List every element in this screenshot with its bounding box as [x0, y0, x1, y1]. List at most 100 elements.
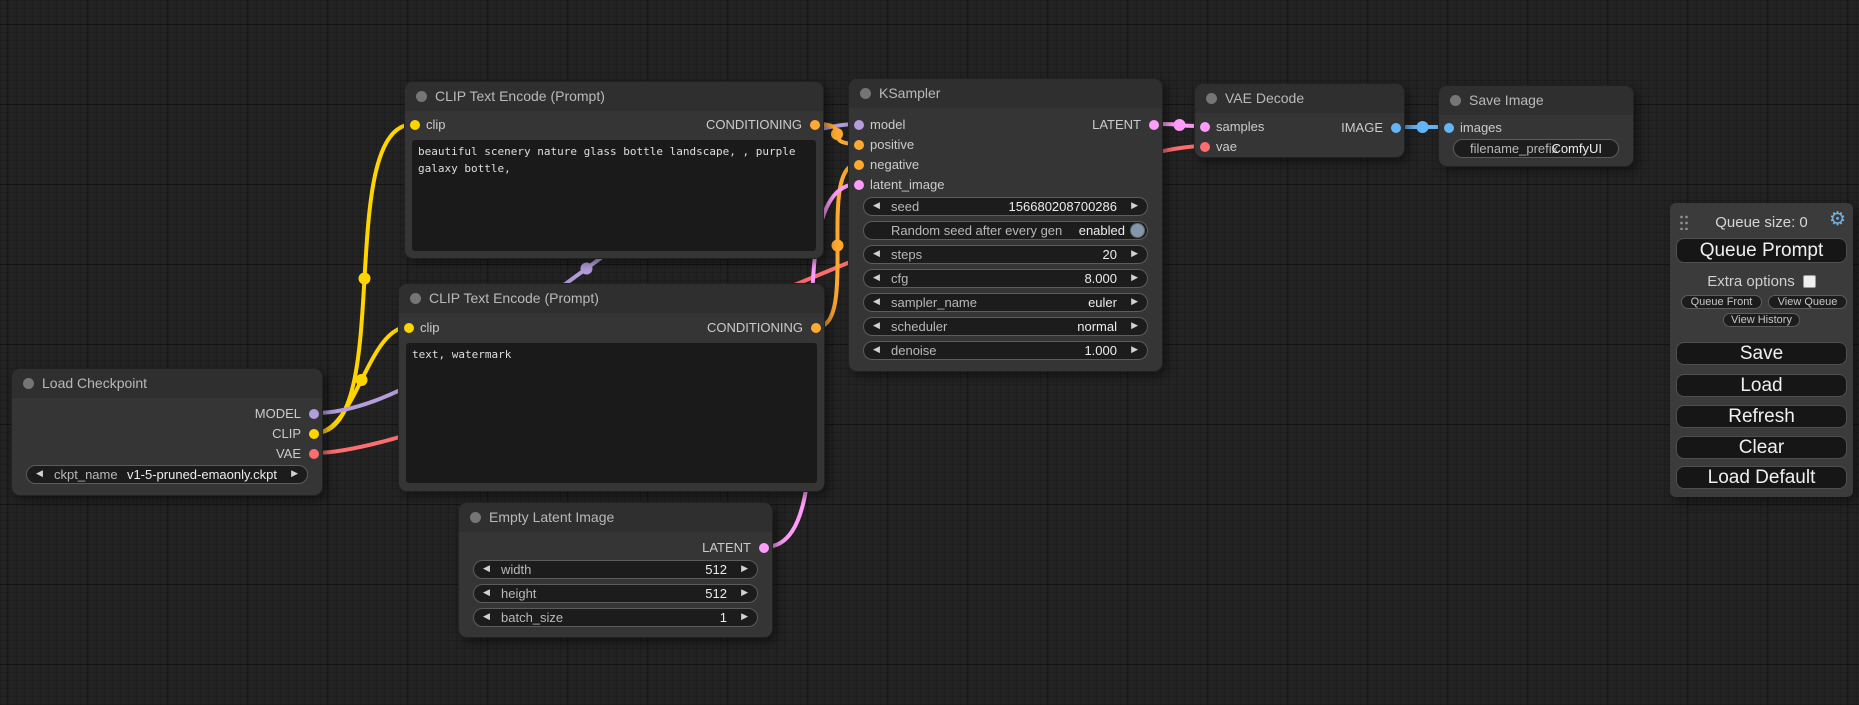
widget-sampler-name[interactable]: ◀▶sampler_nameeuler	[863, 293, 1148, 312]
output-slot-dot-CLIP[interactable]	[309, 429, 319, 439]
output-slot-label: LATENT	[702, 540, 751, 555]
queue-front-button[interactable]: Queue Front	[1681, 295, 1762, 309]
increment-arrow-icon[interactable]: ▶	[741, 561, 748, 578]
widget-width[interactable]: ◀▶width512	[473, 560, 758, 579]
widget-value: 8.000	[1084, 270, 1117, 287]
widget-batch-size[interactable]: ◀▶batch_size1	[473, 608, 758, 627]
output-slot-MODEL: MODEL	[255, 406, 322, 422]
node-load-checkpoint[interactable]: Load CheckpointMODELCLIPVAE◀▶ckpt_namev1…	[11, 368, 323, 496]
input-slot-positive: positive	[849, 137, 914, 153]
increment-arrow-icon[interactable]: ▶	[1131, 198, 1138, 215]
toggle-knob-icon[interactable]	[1130, 223, 1145, 238]
save-button[interactable]: Save	[1676, 342, 1847, 365]
output-slot-label: CONDITIONING	[706, 117, 802, 132]
queue-size-label: Queue size: 0	[1670, 214, 1853, 231]
output-slot-dot-MODEL[interactable]	[309, 409, 319, 419]
node-save-image[interactable]: Save Image images filename_prefixComfyUI	[1438, 85, 1634, 167]
widget-ckpt-name[interactable]: ◀▶ckpt_namev1-5-pruned-emaonly.ckpt	[26, 465, 308, 484]
widget-value: 1.000	[1084, 342, 1117, 359]
input-slot-dot-latent_image[interactable]	[854, 180, 864, 190]
output-slot-dot-CONDITIONING[interactable]	[810, 120, 820, 130]
output-slot-dot-CONDITIONING[interactable]	[811, 323, 821, 333]
widget-height[interactable]: ◀ ▶ height 512	[473, 584, 758, 603]
output-slot-CONDITIONING: CONDITIONING	[706, 117, 823, 133]
decrement-arrow-icon[interactable]: ◀	[873, 342, 880, 359]
output-slot-dot-LATENT[interactable]	[1149, 120, 1159, 130]
widget-value: normal	[1077, 318, 1117, 335]
input-slot-clip: clip	[405, 117, 446, 133]
load-button[interactable]: Load	[1676, 374, 1847, 397]
decrement-arrow-icon[interactable]: ◀	[873, 246, 880, 263]
increment-arrow-icon[interactable]: ▶	[1131, 270, 1138, 287]
clear-button[interactable]: Clear	[1676, 436, 1847, 459]
widget-steps[interactable]: ◀▶steps20	[863, 245, 1148, 264]
node-title-text: VAE Decode	[1225, 90, 1304, 106]
output-slot-dot-VAE[interactable]	[309, 449, 319, 459]
input-slot-dot-images[interactable]	[1444, 123, 1454, 133]
widget-seed[interactable]: ◀▶seed156680208700286	[863, 197, 1148, 216]
node-clip-text-encode-negative[interactable]: CLIP Text Encode (Prompt)clipCONDITIONIN…	[398, 283, 825, 492]
prompt-textarea[interactable]	[412, 140, 816, 251]
input-slot-dot-clip[interactable]	[410, 120, 420, 130]
graph-canvas[interactable]: Load CheckpointMODELCLIPVAE◀▶ckpt_namev1…	[0, 0, 1859, 705]
view-queue-button[interactable]: View Queue	[1768, 295, 1847, 309]
decrement-arrow-icon[interactable]: ◀	[873, 294, 880, 311]
output-slot-dot-LATENT[interactable]	[759, 543, 769, 553]
widget-cfg[interactable]: ◀ ▶ cfg 8.000	[863, 269, 1148, 288]
extra-options-label: Extra options	[1707, 273, 1795, 290]
increment-arrow-icon[interactable]: ▶	[1131, 294, 1138, 311]
input-slot-images: images	[1439, 120, 1502, 136]
increment-arrow-icon[interactable]: ▶	[291, 466, 298, 483]
node-status-dot-icon	[1206, 93, 1217, 104]
input-slot-dot-model[interactable]	[854, 120, 864, 130]
refresh-button[interactable]: Refresh	[1676, 405, 1847, 428]
decrement-arrow-icon[interactable]: ◀	[483, 609, 490, 626]
input-slot-dot-positive[interactable]	[854, 140, 864, 150]
input-slot-label: clip	[426, 117, 446, 132]
node-status-dot-icon	[1450, 95, 1461, 106]
decrement-arrow-icon[interactable]: ◀	[873, 270, 880, 287]
widget-value: 512	[705, 585, 727, 602]
node-clip-text-encode-positive[interactable]: CLIP Text Encode (Prompt) clip CONDITIONIN…	[404, 81, 824, 259]
settings-gear-icon[interactable]: ⚙	[1829, 208, 1846, 230]
node-empty-latent-image[interactable]: Empty Latent ImageLATENT◀▶width512◀▶heig…	[458, 502, 773, 638]
decrement-arrow-icon[interactable]: ◀	[36, 466, 43, 483]
widget-label: cfg	[891, 270, 908, 287]
view-history-button[interactable]: View History	[1723, 313, 1800, 327]
widget-label: height	[501, 585, 536, 602]
increment-arrow-icon[interactable]: ▶	[1131, 246, 1138, 263]
prompt-textarea[interactable]	[406, 343, 817, 483]
node-title: KSampler	[849, 79, 1162, 108]
extra-options-checkbox[interactable]	[1803, 275, 1816, 288]
output-slot-CONDITIONING: CONDITIONING	[707, 320, 824, 336]
load-default-button[interactable]: Load Default	[1676, 466, 1847, 489]
output-slot-dot-IMAGE[interactable]	[1391, 123, 1401, 133]
output-slot-label: VAE	[276, 446, 301, 461]
widget-filename-prefix[interactable]: filename_prefixComfyUI	[1453, 139, 1619, 158]
input-slot-dot-samples[interactable]	[1200, 122, 1210, 132]
input-slot-label: clip	[420, 320, 440, 335]
input-slot-dot-vae[interactable]	[1200, 142, 1210, 152]
widget-value: ComfyUI	[1551, 140, 1602, 157]
node-title: Save Image	[1439, 86, 1633, 115]
increment-arrow-icon[interactable]: ▶	[1131, 318, 1138, 335]
output-slot-IMAGE: IMAGE	[1341, 120, 1404, 136]
input-slot-dot-negative[interactable]	[854, 160, 864, 170]
decrement-arrow-icon[interactable]: ◀	[873, 318, 880, 335]
queue-prompt-button[interactable]: Queue Prompt	[1676, 238, 1847, 263]
decrement-arrow-icon[interactable]: ◀	[873, 198, 880, 215]
increment-arrow-icon[interactable]: ▶	[741, 585, 748, 602]
node-ksampler[interactable]: KSamplermodelpositivenegativelatent_imag…	[848, 78, 1163, 372]
widget-denoise[interactable]: ◀▶denoise1.000	[863, 341, 1148, 360]
decrement-arrow-icon[interactable]: ◀	[483, 561, 490, 578]
node-title: CLIP Text Encode (Prompt)	[405, 82, 823, 111]
input-slot-dot-clip[interactable]	[404, 323, 414, 333]
widget-label: scheduler	[891, 318, 947, 335]
widget-label: batch_size	[501, 609, 563, 626]
increment-arrow-icon[interactable]: ▶	[741, 609, 748, 626]
widget-scheduler[interactable]: ◀ ▶ scheduler normal	[863, 317, 1148, 336]
widget-random-seed-after-every-gen[interactable]: Random seed after every genenabled	[863, 221, 1148, 240]
increment-arrow-icon[interactable]: ▶	[1131, 342, 1138, 359]
decrement-arrow-icon[interactable]: ◀	[483, 585, 490, 602]
node-vae-decode[interactable]: VAE DecodesamplesvaeIMAGE	[1194, 83, 1405, 158]
